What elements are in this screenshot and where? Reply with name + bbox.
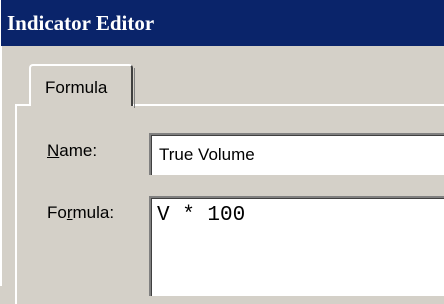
name-input[interactable]: True Volume (149, 133, 444, 175)
formula-label-pre: Fo (47, 203, 67, 222)
name-input-value: True Volume (159, 145, 255, 164)
tab-formula-label: Formula (45, 78, 108, 97)
window-frame-edge (1, 46, 9, 286)
tab-formula[interactable]: Formula (29, 64, 135, 108)
title-bar[interactable]: Indicator Editor (1, 0, 444, 46)
name-label: Name: (47, 141, 97, 161)
window-title: Indicator Editor (7, 11, 155, 35)
name-label-mnemonic: N (47, 141, 60, 160)
formula-textarea[interactable]: V * 100 (149, 196, 444, 296)
formula-label-rest: mula: (72, 203, 115, 222)
name-label-rest: ame: (59, 141, 98, 160)
tab-join (31, 102, 131, 108)
indicator-editor-window: Indicator Editor Formula Name: True Volu… (0, 0, 444, 304)
formula-label: Formula: (47, 203, 114, 223)
formula-textarea-value: V * 100 (157, 204, 246, 227)
